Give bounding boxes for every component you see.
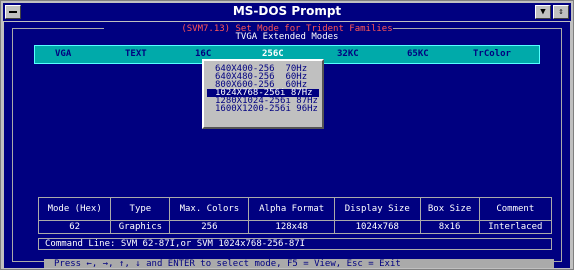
col-header: Display Size — [333, 197, 421, 221]
table-header-row: Mode (Hex) Type Max. Colors Alpha Format… — [37, 197, 553, 221]
table-cell: Graphics — [110, 220, 171, 234]
table-cell: 62 — [37, 220, 112, 234]
dos-screen: (SVM7.13) Set Mode for Trident Families … — [4, 22, 570, 268]
table-cell: 128x48 — [248, 220, 335, 234]
resolution-option[interactable]: 1600X1200-256i 96Hz — [207, 104, 319, 114]
tab-16c[interactable]: 16C — [195, 49, 211, 59]
command-line: Command Line: SVM 62-87I,or SVM 1024x768… — [38, 238, 552, 250]
table-row: 62 Graphics 256 128x48 1024x768 8x16 Int… — [37, 220, 553, 234]
table-cell: 1024x768 — [333, 220, 421, 234]
window-title: MS-DOS Prompt — [232, 4, 342, 18]
col-header: Alpha Format — [248, 197, 335, 221]
col-header: Type — [110, 197, 171, 221]
table-cell: 8x16 — [419, 220, 480, 234]
refresh-label: 96Hz — [296, 104, 318, 114]
title-bar: MS-DOS Prompt ▼ ⇕ — [3, 3, 571, 21]
mode-info-table: Mode (Hex) Type Max. Colors Alpha Format… — [37, 197, 553, 234]
app-subtitle: TVGA Extended Modes — [235, 32, 339, 42]
col-header: Mode (Hex) — [37, 197, 112, 221]
resolution-dropdown: 640X400-256 70Hz 640X480-256 60Hz 800X60… — [202, 59, 324, 129]
help-footer: Press ←, →, ↑, ↓ and ENTER to select mod… — [44, 259, 554, 268]
tab-256c[interactable]: 256C — [262, 49, 284, 59]
col-header: Box Size — [419, 197, 480, 221]
tab-32kc[interactable]: 32KC — [337, 49, 359, 59]
msdos-window: MS-DOS Prompt ▼ ⇕ (SVM7.13) Set Mode for… — [0, 0, 574, 270]
chevron-down-icon[interactable]: ▼ — [535, 5, 551, 19]
restore-icon[interactable]: ⇕ — [553, 5, 569, 19]
table-cell: Interlaced — [478, 220, 553, 234]
tab-trcolor[interactable]: TrColor — [473, 49, 511, 59]
resolution-label: 1600X1200-256i — [215, 104, 291, 114]
table-cell: 256 — [169, 220, 250, 234]
tab-text[interactable]: TEXT — [125, 49, 147, 59]
col-header: Comment — [478, 197, 553, 221]
tab-65kc[interactable]: 65KC — [407, 49, 429, 59]
tab-vga[interactable]: VGA — [55, 49, 71, 59]
col-header: Max. Colors — [169, 197, 250, 221]
